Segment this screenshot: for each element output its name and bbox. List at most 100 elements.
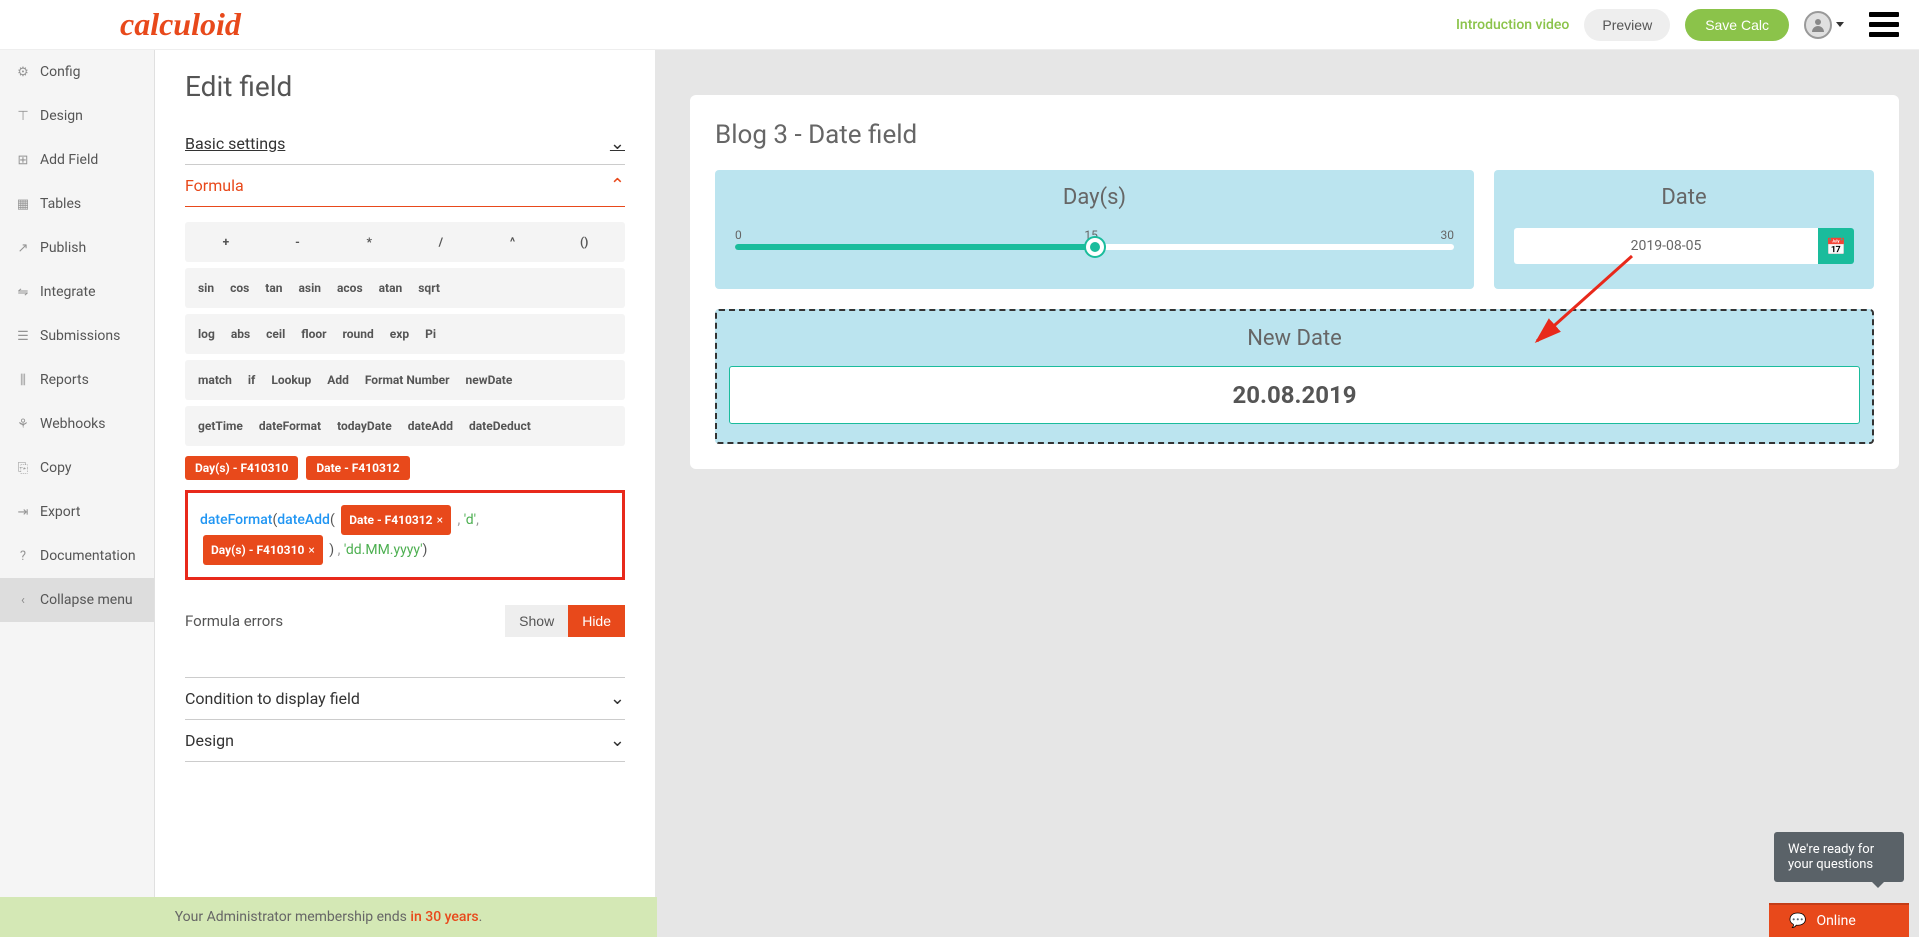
- sidebar-item-label: Collapse menu: [40, 592, 133, 608]
- function-button[interactable]: sqrt: [410, 273, 448, 303]
- function-button[interactable]: Pi: [417, 319, 444, 349]
- formula-errors-label: Formula errors: [185, 612, 283, 630]
- function-button[interactable]: Format Number: [357, 365, 458, 395]
- function-button[interactable]: getTime: [190, 411, 251, 441]
- sidebar-item-webhooks[interactable]: ⚘Webhooks: [0, 402, 154, 446]
- date-title: Date: [1514, 185, 1854, 210]
- accordion-basic-settings[interactable]: Basic settings ⌄: [185, 123, 625, 165]
- sidebar-icon: ⊤: [16, 109, 30, 123]
- formula-editor[interactable]: dateFormat(dateAdd( Date - F410312× , 'd…: [185, 490, 625, 580]
- sidebar-item-integrate[interactable]: ⇋Integrate: [0, 270, 154, 314]
- chat-button[interactable]: 💬 Online: [1769, 903, 1909, 937]
- date-widget: Date 2019-08-05 📅: [1494, 170, 1874, 289]
- close-icon[interactable]: ×: [437, 513, 443, 527]
- save-calc-button[interactable]: Save Calc: [1685, 9, 1789, 41]
- sidebar-icon: ?: [16, 549, 30, 563]
- operators-row: +-*/^(): [185, 222, 625, 262]
- field-tags: Day(s) - F410310 Date - F410312: [185, 456, 625, 480]
- formula-field-token[interactable]: Day(s) - F410310×: [203, 535, 323, 565]
- preview-area: Blog 3 - Date field Day(s) 0 15 30 Date: [655, 50, 1919, 937]
- sidebar-item-add-field[interactable]: ⊞Add Field: [0, 138, 154, 182]
- intro-video-link[interactable]: Introduction video: [1456, 17, 1569, 33]
- caret-down-icon: [1836, 22, 1844, 27]
- sidebar-item-tables[interactable]: ▦ Tables: [0, 182, 154, 226]
- operator-button[interactable]: -: [262, 227, 334, 257]
- formula-field-token[interactable]: Date - F410312×: [341, 505, 451, 535]
- functions-row-4: getTimedateFormattodayDatedateAdddateDed…: [185, 406, 625, 446]
- function-button[interactable]: round: [335, 319, 382, 349]
- hamburger-menu[interactable]: [1869, 12, 1899, 37]
- sidebar-item-publish[interactable]: ↗Publish: [0, 226, 154, 270]
- sidebar-item-export[interactable]: ⇥ Export: [0, 490, 154, 534]
- hide-button[interactable]: Hide: [568, 605, 625, 637]
- sidebar-item-design[interactable]: ⊤Design: [0, 94, 154, 138]
- chat-icon: 💬: [1789, 913, 1806, 929]
- function-button[interactable]: Add: [319, 365, 357, 395]
- function-button[interactable]: floor: [293, 319, 334, 349]
- function-button[interactable]: tan: [257, 273, 290, 303]
- sidebar-item-label: Tables: [40, 196, 81, 212]
- accordion-condition[interactable]: Condition to display field ⌄: [185, 677, 625, 720]
- newdate-value: 20.08.2019: [729, 366, 1860, 424]
- accordion-formula[interactable]: Formula ⌃: [185, 165, 625, 207]
- operator-button[interactable]: (): [548, 227, 620, 257]
- chevron-down-icon: ⌄: [610, 730, 625, 751]
- function-button[interactable]: log: [190, 319, 223, 349]
- field-tag[interactable]: Date - F410312: [306, 456, 409, 480]
- operator-button[interactable]: *: [333, 227, 405, 257]
- sidebar-item-documentation[interactable]: ?Documentation: [0, 534, 154, 578]
- sidebar-icon: ▦: [16, 197, 30, 211]
- sidebar-item-label: Integrate: [40, 284, 96, 300]
- calendar-button[interactable]: 📅: [1818, 228, 1854, 264]
- field-tag[interactable]: Day(s) - F410310: [185, 456, 298, 480]
- preview-button[interactable]: Preview: [1584, 9, 1670, 41]
- sidebar-item-copy[interactable]: ⎘Copy: [0, 446, 154, 490]
- operator-button[interactable]: ^: [477, 227, 549, 257]
- date-input[interactable]: 2019-08-05: [1514, 228, 1818, 264]
- function-button[interactable]: Lookup: [263, 365, 319, 395]
- sidebar-item-label: Export: [40, 504, 80, 520]
- chevron-down-icon: ⌄: [610, 688, 625, 709]
- logo[interactable]: calculoid: [120, 6, 241, 43]
- function-button[interactable]: cos: [222, 273, 257, 303]
- sidebar-icon: ⇥: [16, 505, 30, 519]
- function-button[interactable]: sin: [190, 273, 222, 303]
- function-button[interactable]: asin: [291, 273, 330, 303]
- slider-min: 0: [735, 228, 742, 242]
- functions-row-1: sincostanasinacosatansqrt: [185, 268, 625, 308]
- functions-row-3: matchifLookupAddFormat NumbernewDate: [185, 360, 625, 400]
- sidebar-item-label: Config: [40, 64, 80, 80]
- function-button[interactable]: newDate: [458, 365, 521, 395]
- accordion-design[interactable]: Design ⌄: [185, 720, 625, 762]
- slider-max: 30: [1441, 228, 1455, 242]
- close-icon[interactable]: ×: [308, 543, 314, 557]
- newdate-widget[interactable]: New Date 20.08.2019: [715, 309, 1874, 444]
- slider-thumb[interactable]: [1086, 238, 1104, 256]
- user-menu[interactable]: [1804, 11, 1844, 39]
- sidebar-item-reports[interactable]: ⫼Reports: [0, 358, 154, 402]
- operator-button[interactable]: /: [405, 227, 477, 257]
- sidebar-item-label: Copy: [40, 460, 72, 476]
- function-button[interactable]: atan: [371, 273, 411, 303]
- preview-title: Blog 3 - Date field: [715, 120, 1874, 150]
- function-button[interactable]: dateDeduct: [461, 411, 539, 441]
- function-button[interactable]: if: [240, 365, 263, 395]
- function-button[interactable]: abs: [223, 319, 258, 349]
- sidebar-item-config[interactable]: ⚙Config: [0, 50, 154, 94]
- function-button[interactable]: ceil: [258, 319, 293, 349]
- sidebar-icon: ⊞: [16, 153, 30, 167]
- days-slider[interactable]: [735, 244, 1454, 250]
- sidebar-item-submissions[interactable]: ☰Submissions: [0, 314, 154, 358]
- function-button[interactable]: dateFormat: [251, 411, 329, 441]
- operator-button[interactable]: +: [190, 227, 262, 257]
- show-button[interactable]: Show: [505, 605, 568, 637]
- function-button[interactable]: match: [190, 365, 240, 395]
- function-button[interactable]: dateAdd: [400, 411, 461, 441]
- sidebar-item-label: Publish: [40, 240, 86, 256]
- function-button[interactable]: exp: [382, 319, 417, 349]
- calendar-icon: 📅: [1826, 237, 1846, 256]
- function-button[interactable]: acos: [329, 273, 371, 303]
- function-button[interactable]: todayDate: [329, 411, 400, 441]
- sidebar-item-collapse-menu[interactable]: ‹Collapse menu: [0, 578, 154, 622]
- sidebar-icon: ☰: [16, 329, 30, 343]
